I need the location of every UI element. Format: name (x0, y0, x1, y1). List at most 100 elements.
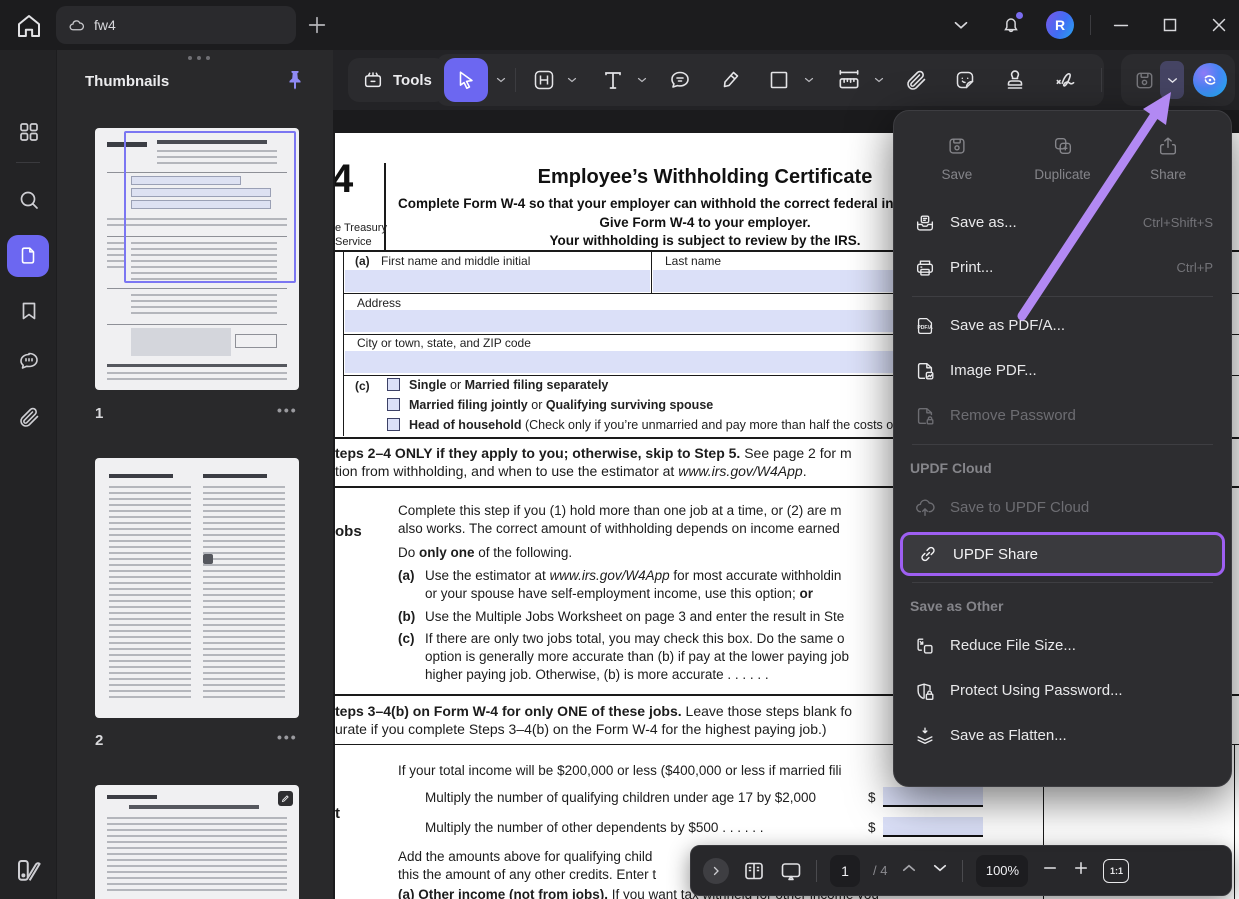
sticker-tool-button[interactable] (948, 63, 982, 97)
pencil-icon (281, 794, 290, 803)
chevron-down-icon (566, 74, 578, 86)
sidebar-item-search[interactable] (17, 188, 41, 212)
tools-button[interactable]: Tools (348, 58, 446, 102)
dollar-sign: $ (868, 820, 876, 835)
save-menu-chevron-button[interactable] (1160, 61, 1184, 99)
menu-item-protect-using-password[interactable]: Protect Using Password... (894, 668, 1231, 713)
thumbnails-panel-title: Thumbnails (85, 73, 169, 90)
zoom-level-input[interactable]: 100% (976, 855, 1028, 887)
children-amount-field[interactable] (883, 787, 983, 807)
menu-item-save-as[interactable]: Save as... Ctrl+Shift+S (894, 200, 1231, 245)
thumb-decor (131, 328, 231, 356)
treasury-fragment: Service (335, 236, 372, 248)
thumbnail-page-1[interactable] (95, 128, 299, 390)
sidebar-item-swatches[interactable] (14, 856, 44, 886)
dependents-amount-field[interactable] (883, 817, 983, 837)
select-tool-chevron[interactable] (495, 74, 507, 86)
plus-icon (1072, 859, 1090, 877)
titlebar-chevron-button[interactable] (950, 14, 972, 36)
sidebar-item-thumbnails[interactable] (7, 235, 49, 277)
page-viewport-indicator[interactable] (124, 131, 296, 283)
ai-assistant-button[interactable] (1193, 63, 1227, 97)
menu-item-updf-share[interactable]: UPDF Share (900, 532, 1225, 576)
paperclip-icon (17, 405, 41, 429)
sidebar-item-grid[interactable] (17, 120, 41, 144)
sidebar-divider (16, 162, 40, 163)
thumbnail-page-2[interactable] (95, 458, 299, 718)
thumbnail-more-button[interactable]: ••• (277, 402, 299, 416)
thumb-decor (109, 474, 173, 478)
thumbnail-page-3[interactable] (95, 785, 299, 899)
step34-note-text: urate if you complete Steps 3–4(b) on th… (335, 721, 827, 737)
menu-save-action: Save (904, 127, 1010, 192)
single-checkbox[interactable] (387, 378, 400, 391)
reading-mode-button[interactable] (742, 859, 766, 883)
edit-text-tool-button[interactable] (527, 63, 561, 97)
step2-text: or your spouse have self-employment inco… (425, 586, 799, 601)
married-jointly-checkbox[interactable] (387, 398, 400, 411)
comment-tool-button[interactable] (663, 63, 697, 97)
signature-tool-button[interactable] (1049, 63, 1083, 97)
thumbnail-more-button[interactable]: ••• (277, 729, 299, 743)
stamp-tool-button[interactable] (998, 63, 1032, 97)
text-tool-chevron[interactable] (636, 74, 648, 86)
checkbox-label-bold: Qualifying surviving spouse (546, 398, 713, 412)
next-page-button[interactable] (931, 859, 949, 883)
heading-box-icon (532, 68, 556, 92)
select-tool-button[interactable] (444, 58, 488, 102)
avatar[interactable]: R (1046, 11, 1074, 39)
notifications-button[interactable] (1000, 14, 1022, 36)
shape-tool-button[interactable] (762, 63, 796, 97)
sidebar-item-comments[interactable] (17, 349, 41, 373)
shape-tool-chevron[interactable] (803, 74, 815, 86)
close-button[interactable] (1208, 14, 1230, 36)
home-button[interactable] (14, 11, 44, 41)
edit-text-chevron[interactable] (566, 74, 578, 86)
new-tab-button[interactable] (306, 14, 328, 36)
sidebar-item-bookmarks[interactable] (17, 299, 41, 323)
toolbar-divider (515, 68, 516, 92)
search-icon (17, 188, 41, 212)
avatar-initial: R (1055, 17, 1065, 33)
document-tab[interactable]: fw4 (56, 6, 296, 44)
pdfa-icon: PDF/A (914, 315, 936, 337)
step2-b-tag: (b) (398, 609, 415, 624)
zoom-in-button[interactable] (1072, 859, 1090, 883)
menu-item-print[interactable]: Print... Ctrl+P (894, 245, 1231, 290)
highlighter-tool-button[interactable] (714, 63, 748, 97)
menu-item-reduce-file-size[interactable]: Reduce File Size... (894, 623, 1231, 668)
swatches-icon (14, 856, 44, 886)
expand-statusbar-button[interactable] (703, 858, 729, 884)
sidebar-item-attachments[interactable] (17, 405, 41, 429)
page-number-input[interactable]: 1 (830, 855, 860, 887)
actual-size-button[interactable]: 1:1 (1103, 859, 1129, 883)
maximize-button[interactable] (1159, 14, 1181, 36)
pin-icon[interactable] (283, 68, 307, 92)
zoom-out-button[interactable] (1041, 859, 1059, 883)
presentation-mode-button[interactable] (779, 859, 803, 883)
svg-text:PDF/A: PDF/A (917, 325, 933, 331)
step2-paragraph: also works. The correct amount of withho… (398, 521, 840, 536)
menu-item-label: Image PDF... (950, 362, 1213, 379)
treasury-fragment: e Treasury (335, 222, 387, 234)
statusbar-divider (816, 860, 817, 882)
measure-tool-button[interactable] (832, 63, 866, 97)
menu-item-label: Remove Password (950, 407, 1213, 424)
menu-item-image-pdf[interactable]: Image PDF... (894, 348, 1231, 393)
text-tool-button[interactable] (596, 63, 630, 97)
stamp-icon (1003, 68, 1027, 92)
attachment-tool-button[interactable] (899, 63, 933, 97)
minimize-button[interactable] (1110, 14, 1132, 36)
form-number-fragment: 4 (335, 157, 353, 202)
panel-drag-handle[interactable] (188, 56, 210, 60)
menu-item-save-as-pdfa[interactable]: PDF/A Save as PDF/A... (894, 303, 1231, 348)
thumbnails-panel: Thumbnails 1 ••• (57, 50, 333, 899)
head-of-household-checkbox[interactable] (387, 418, 400, 431)
save-icon (1133, 69, 1156, 92)
paperclip-icon (904, 68, 928, 92)
measure-tool-chevron[interactable] (873, 74, 885, 86)
titlebar-divider (1090, 15, 1091, 35)
first-name-field[interactable] (345, 270, 650, 292)
menu-item-save-as-flatten[interactable]: Save as Flatten... (894, 713, 1231, 758)
previous-page-button[interactable] (900, 859, 918, 883)
